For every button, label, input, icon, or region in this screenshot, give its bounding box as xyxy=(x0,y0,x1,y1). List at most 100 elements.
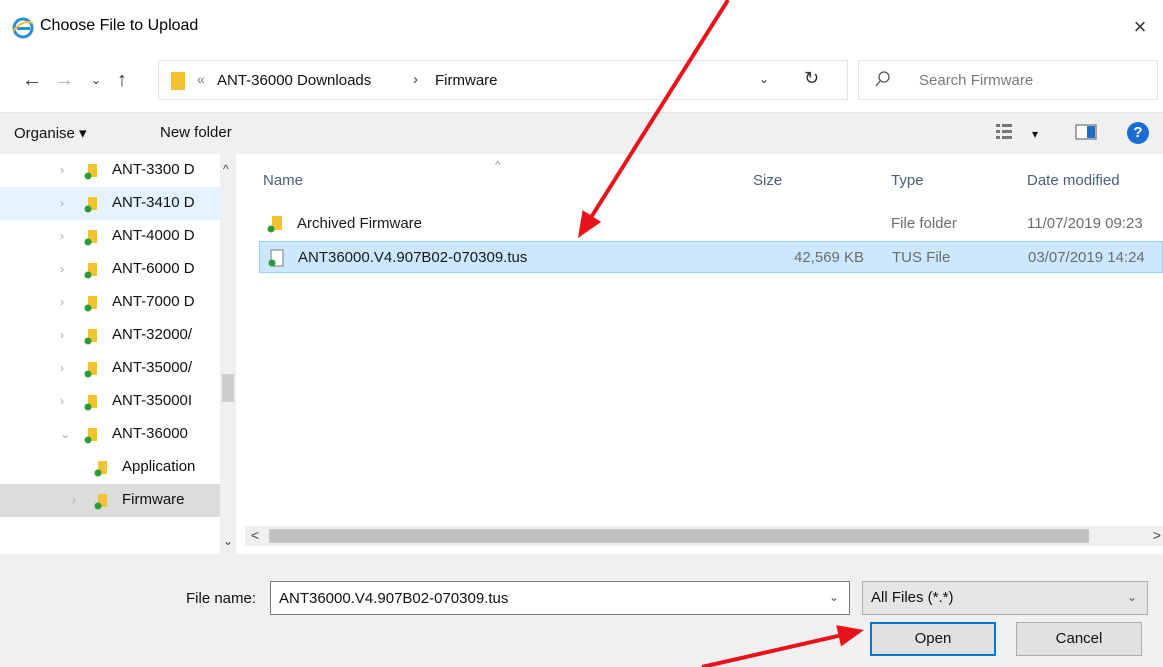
chevron-down-icon[interactable]: ⌄ xyxy=(1127,590,1137,604)
file-name-cell: ANT36000.V4.907B02-070309.tus xyxy=(298,249,528,266)
view-options-icon[interactable] xyxy=(996,122,1012,142)
search-placeholder: Search Firmware xyxy=(919,72,1034,89)
file-name-combobox[interactable]: ⌄ xyxy=(270,581,850,615)
tree-item[interactable]: › ANT-32000/ xyxy=(0,319,220,352)
tree-item-label: ANT-6000 D xyxy=(112,260,195,277)
tree-item[interactable]: › ANT-3410 D xyxy=(0,187,220,220)
file-name-input[interactable] xyxy=(271,582,821,614)
chevron-right-icon[interactable]: › xyxy=(72,493,76,507)
overflow-chevron-icon[interactable]: « xyxy=(197,71,205,87)
breadcrumb-item-downloads[interactable]: ANT-36000 Downloads xyxy=(217,72,371,89)
tree-item[interactable]: › ANT-4000 D xyxy=(0,220,220,253)
folder-icon xyxy=(84,329,97,345)
chevron-right-icon[interactable]: › xyxy=(60,229,64,243)
folder-icon xyxy=(84,428,97,444)
folder-icon xyxy=(267,216,282,233)
scroll-left-icon[interactable]: < xyxy=(251,527,259,543)
file-type-value: All Files (*.*) xyxy=(871,589,954,606)
tree-item-label: ANT-4000 D xyxy=(112,227,195,244)
chevron-right-icon[interactable]: › xyxy=(60,262,64,276)
chevron-right-icon[interactable]: › xyxy=(60,163,64,177)
open-button[interactable]: Open xyxy=(870,622,996,656)
chevron-down-icon[interactable]: ⌄ xyxy=(60,427,70,441)
folder-icon xyxy=(94,461,107,477)
tree-item-label: ANT-3410 D xyxy=(112,194,195,211)
address-dropdown-icon[interactable]: ⌄ xyxy=(759,72,769,86)
organise-button[interactable]: Organise ▾ xyxy=(14,124,87,142)
command-bar: Organise ▾ New folder ▾ ? xyxy=(0,112,1163,154)
tree-item[interactable]: Application xyxy=(0,451,220,484)
back-arrow-icon[interactable]: ← xyxy=(20,68,44,92)
tree-item[interactable]: › ANT-35000/ xyxy=(0,352,220,385)
internet-explorer-icon xyxy=(12,17,34,39)
tree-item[interactable]: › ANT-3300 D xyxy=(0,154,220,187)
chevron-right-icon[interactable]: › xyxy=(60,295,64,309)
folder-icon xyxy=(84,164,97,180)
file-type-cell: File folder xyxy=(891,215,957,232)
tree-item-label: ANT-36000 xyxy=(112,425,188,442)
file-date-cell: 11/07/2019 09:23 xyxy=(1027,215,1143,232)
tree-item[interactable]: › ANT-7000 D xyxy=(0,286,220,319)
chevron-right-icon[interactable]: › xyxy=(60,328,64,342)
scroll-thumb[interactable] xyxy=(222,374,234,402)
search-icon xyxy=(875,71,890,87)
file-date-cell: 03/07/2019 14:24 xyxy=(1028,249,1145,266)
scroll-thumb[interactable] xyxy=(269,529,1089,543)
file-type-select[interactable]: All Files (*.*) ⌄ xyxy=(862,581,1148,615)
help-icon[interactable]: ? xyxy=(1127,122,1149,144)
file-size-cell: 42,569 KB xyxy=(794,249,865,266)
folder-icon xyxy=(84,362,97,378)
refresh-icon[interactable]: ↻ xyxy=(804,68,819,89)
new-folder-button[interactable]: New folder xyxy=(160,124,232,141)
tree-item[interactable]: › Firmware xyxy=(0,484,220,517)
folder-icon xyxy=(84,296,97,312)
tree-item-label: Application xyxy=(122,458,196,475)
view-dropdown-icon[interactable]: ▾ xyxy=(1032,127,1038,141)
breadcrumb-separator-icon[interactable]: › xyxy=(413,71,418,88)
chevron-right-icon[interactable]: › xyxy=(60,196,64,210)
folder-icon xyxy=(94,494,107,510)
chevron-right-icon[interactable]: › xyxy=(60,361,64,375)
breadcrumb-item-firmware[interactable]: Firmware xyxy=(435,72,498,89)
folder-icon xyxy=(84,263,97,279)
up-arrow-icon[interactable]: ↑ xyxy=(110,68,134,92)
tree-item[interactable]: ⌄ ANT-36000 xyxy=(0,418,220,451)
scroll-right-icon[interactable]: > xyxy=(1153,527,1161,543)
tree-item-label: ANT-32000/ xyxy=(112,326,193,343)
forward-arrow-icon[interactable]: → xyxy=(52,68,76,92)
recent-locations-chevron-icon[interactable]: ⌄ xyxy=(84,68,108,92)
tree-item-label: ANT-35000I xyxy=(112,392,193,409)
scroll-up-icon[interactable]: ^ xyxy=(223,162,229,176)
chevron-right-icon[interactable]: › xyxy=(60,394,64,408)
file-list: ^ Name Size Type Date modified Archived … xyxy=(245,154,1163,526)
file-row[interactable]: Archived Firmware File folder 11/07/2019 0… xyxy=(259,208,1163,240)
file-row[interactable]: ANT36000.V4.907B02-070309.tus 42,569 KB TU… xyxy=(259,241,1163,273)
cancel-button[interactable]: Cancel xyxy=(1016,622,1142,656)
search-box[interactable]: Search Firmware xyxy=(858,60,1158,100)
preview-pane-icon[interactable] xyxy=(1075,122,1097,142)
tree-item[interactable]: › ANT-6000 D xyxy=(0,253,220,286)
file-name-cell: Archived Firmware xyxy=(297,215,423,232)
tree-item-label: ANT-35000/ xyxy=(112,359,193,376)
navigation-bar: ← → ⌄ ↑ « ANT-36000 Downloads › Firmware… xyxy=(0,56,1163,106)
column-header-name[interactable]: Name xyxy=(263,172,303,189)
tree-item[interactable]: › ANT-35000I xyxy=(0,385,220,418)
chevron-down-icon[interactable]: ⌄ xyxy=(829,590,839,604)
address-bar[interactable]: « ANT-36000 Downloads › Firmware ⌄ ↻ xyxy=(158,60,848,100)
window-title: Choose File to Upload xyxy=(40,17,199,34)
tree-item-label: ANT-7000 D xyxy=(112,293,195,310)
close-icon[interactable]: × xyxy=(1125,12,1155,42)
column-header-type[interactable]: Type xyxy=(891,172,924,189)
tree-item-label: ANT-3300 D xyxy=(112,161,195,178)
file-type-cell: TUS File xyxy=(892,249,951,266)
nav-pane-scrollbar[interactable]: ^ ⌄ xyxy=(220,154,236,554)
scroll-down-icon[interactable]: ⌄ xyxy=(223,534,233,548)
file-name-label: File name: xyxy=(186,590,257,607)
horizontal-scrollbar[interactable]: < > xyxy=(245,526,1163,546)
column-header-size[interactable]: Size xyxy=(753,172,782,189)
folder-icon xyxy=(84,395,97,411)
column-header-date-modified[interactable]: Date modified xyxy=(1027,172,1120,189)
title-bar: Choose File to Upload × xyxy=(0,0,1163,56)
dialog-footer: File name: ⌄ All Files (*.*) ⌄ Open Canc… xyxy=(0,554,1163,667)
folder-icon xyxy=(171,72,185,90)
